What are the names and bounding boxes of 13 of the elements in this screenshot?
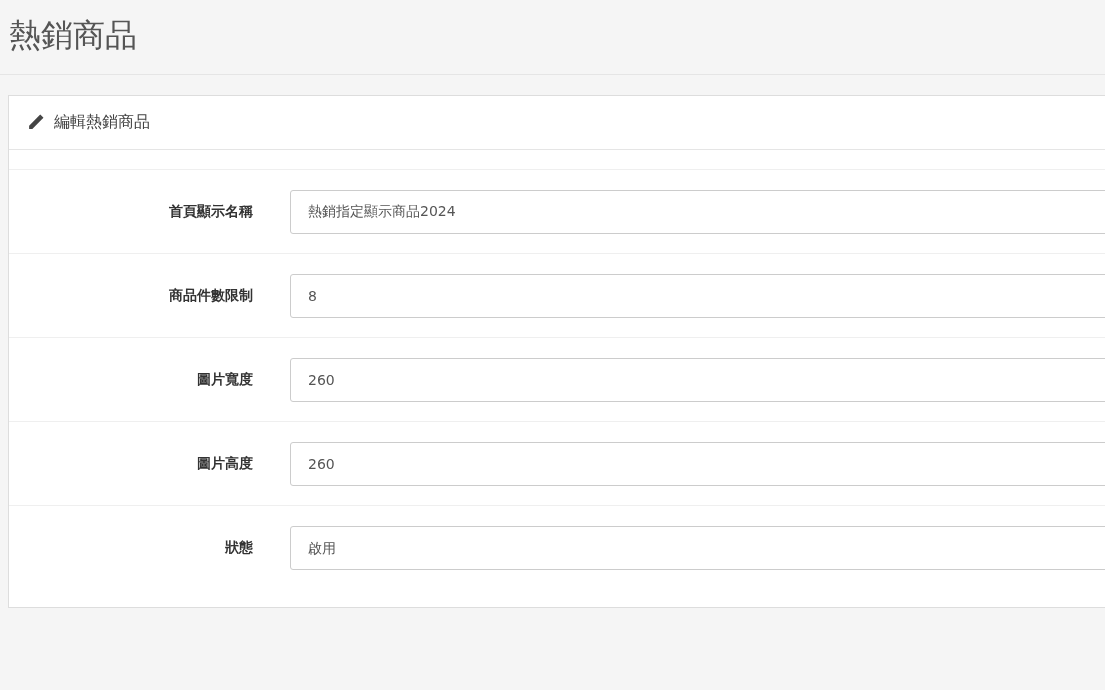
field-label: 首頁顯示名稱 — [168, 202, 253, 221]
field-label: 商品件數限制 — [168, 286, 253, 305]
pencil-icon — [27, 114, 44, 131]
field-label: 圖片高度 — [196, 454, 253, 473]
status-select[interactable]: 啟用 — [290, 525, 1105, 570]
field-label: 圖片寬度 — [196, 370, 253, 389]
input-field[interactable]: 260 — [290, 357, 1105, 402]
input-field[interactable]: 8 — [290, 273, 1105, 318]
panel-title: 編輯熱銷商品 — [54, 112, 150, 133]
input-field[interactable]: 熱銷指定顯示商品2024 — [290, 189, 1105, 234]
field-label: 狀態 — [224, 538, 253, 557]
page-title: 熱銷商品 — [9, 14, 137, 56]
input-field[interactable]: 260 — [290, 441, 1105, 486]
